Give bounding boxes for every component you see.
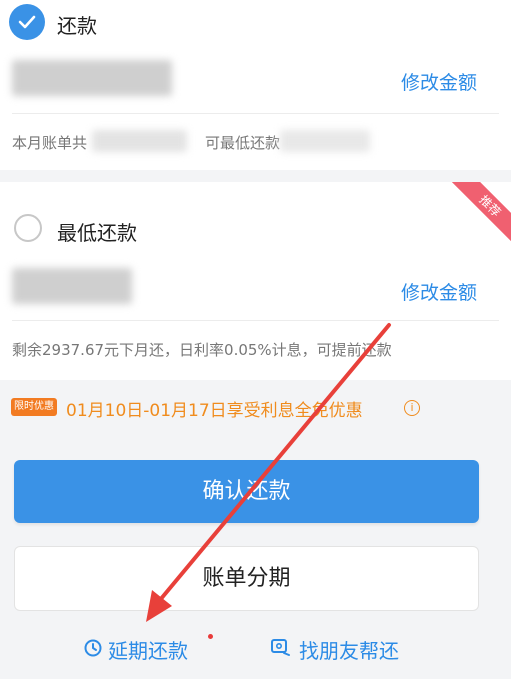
annotation-arrow bbox=[146, 323, 391, 622]
